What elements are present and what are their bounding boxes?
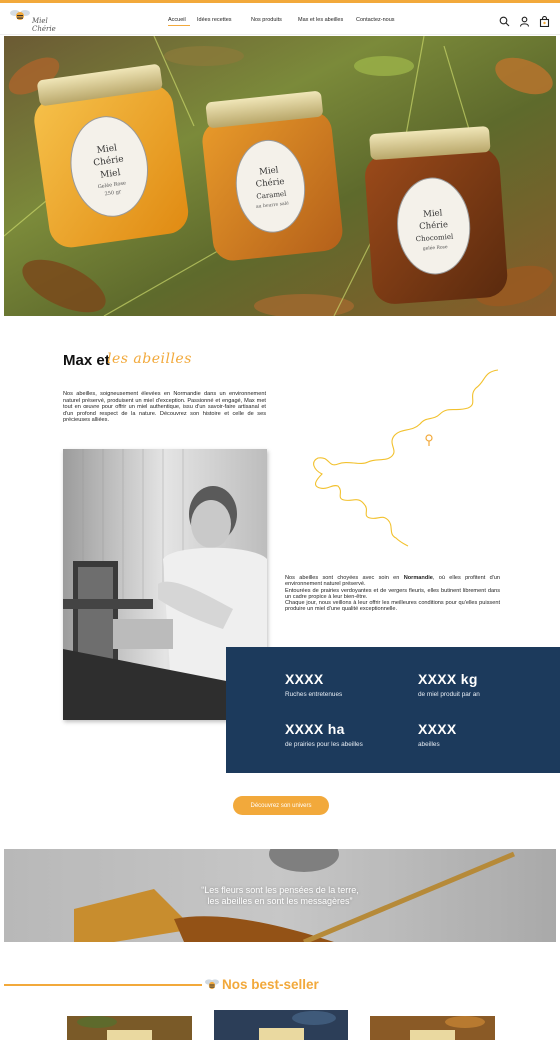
normandie-text-a: Nos abeilles sont choyées avec soin en: [285, 575, 404, 581]
bee-logo-icon: [10, 10, 30, 20]
product-card[interactable]: [214, 1010, 348, 1040]
jar-label-3b: Chérie: [419, 219, 449, 232]
stat-ruches: XXXX Ruches entretenues: [285, 671, 342, 698]
bee-icon: [205, 979, 219, 990]
quote-banner: “Les fleurs sont les pensées de la terre…: [4, 849, 556, 942]
jar-label-2: Miel: [259, 165, 279, 177]
header-icons: [499, 14, 550, 28]
site-header: Miel Chérie Accueil Idées recettes Nos p…: [0, 3, 560, 35]
bestseller-divider: [4, 984, 202, 986]
quote-text: “Les fleurs sont les pensées de la terre…: [4, 885, 556, 907]
normandie-text: Nos abeilles sont choyées avec soin en N…: [285, 575, 500, 613]
search-icon[interactable]: [499, 14, 510, 27]
quote-line-1: “Les fleurs sont les pensées de la terre…: [201, 885, 359, 895]
stat-label: Ruches entretenues: [285, 691, 343, 698]
map-pin-icon: [425, 434, 433, 442]
about-title: Max et: [63, 352, 110, 369]
nav-nos-produits[interactable]: Nos produits: [251, 17, 287, 23]
stat-value: XXXX: [418, 721, 457, 737]
logo[interactable]: Miel Chérie: [10, 9, 66, 33]
bag-icon[interactable]: [539, 14, 550, 28]
stat-label: abeilles: [418, 741, 440, 748]
stat-abeilles: XXXX abeilles: [418, 721, 457, 748]
stat-label: de prairies pour les abeilles: [285, 741, 363, 748]
bestseller-title: Nos best-seller: [222, 977, 319, 992]
logo-text: Miel Chérie: [32, 17, 56, 33]
discover-button[interactable]: Découvrez son univers: [233, 796, 329, 815]
nav-max-abeilles[interactable]: Max et les abeilles: [298, 17, 348, 23]
stat-label: de miel produit par an: [418, 691, 480, 698]
nav-idees-recettes[interactable]: Idées recettes: [197, 17, 237, 23]
quote-line-2: les abeilles en sont les messagères”: [207, 896, 353, 906]
stat-value: XXXX: [285, 671, 324, 687]
stat-value: XXXX kg: [418, 671, 478, 687]
normandie-text-d: Chaque jour, nous veillons à leur offrir…: [285, 600, 500, 613]
nav-contact[interactable]: Contactez-nous: [356, 17, 398, 23]
stat-value: XXXX ha: [285, 721, 345, 737]
stats-panel: XXXX Ruches entretenues XXXX kg de miel …: [226, 647, 560, 773]
product-card[interactable]: [67, 1016, 192, 1040]
normandie-bold: Normandie: [403, 575, 433, 581]
about-intro: Nos abeilles, soigneusement élevées en N…: [63, 391, 266, 424]
product-card[interactable]: [370, 1016, 495, 1040]
nav-accueil[interactable]: Accueil: [168, 17, 190, 26]
user-icon[interactable]: [519, 14, 530, 27]
hero-image: Miel Chérie Miel Gelée Rose 250 gr Miel …: [4, 36, 556, 316]
stat-prairies: XXXX ha de prairies pour les abeilles: [285, 721, 363, 748]
stat-miel: XXXX kg de miel produit par an: [418, 671, 480, 698]
normandie-map: [313, 369, 499, 547]
about-title-script: les abeilles: [107, 351, 192, 367]
jar-label-3: Miel: [423, 208, 443, 219]
normandie-text-c: Entourées de prairies verdoyantes et de …: [285, 587, 500, 600]
